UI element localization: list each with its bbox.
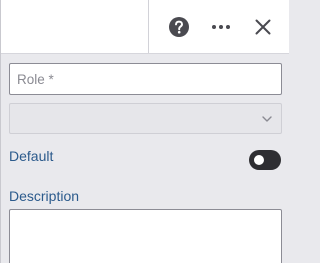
role-field: [9, 63, 282, 95]
role-select-dropdown[interactable]: [9, 103, 282, 134]
header-divider: [148, 0, 149, 53]
help-button[interactable]: [165, 13, 193, 41]
side-panel: Default Description: [0, 0, 289, 263]
close-icon: [255, 19, 271, 35]
panel-header: [1, 0, 289, 54]
close-button[interactable]: [249, 13, 277, 41]
description-label: Description: [9, 188, 80, 204]
chevron-down-icon: [262, 116, 272, 122]
help-circle-icon: [169, 17, 189, 37]
description-field: [9, 209, 282, 263]
default-toggle[interactable]: [249, 150, 281, 170]
toggle-knob: [254, 155, 264, 165]
default-label: Default: [9, 148, 54, 164]
more-options-button[interactable]: [207, 13, 235, 41]
role-input[interactable]: [10, 64, 281, 94]
description-textarea[interactable]: [10, 210, 281, 263]
more-horizontal-icon: [212, 25, 230, 29]
